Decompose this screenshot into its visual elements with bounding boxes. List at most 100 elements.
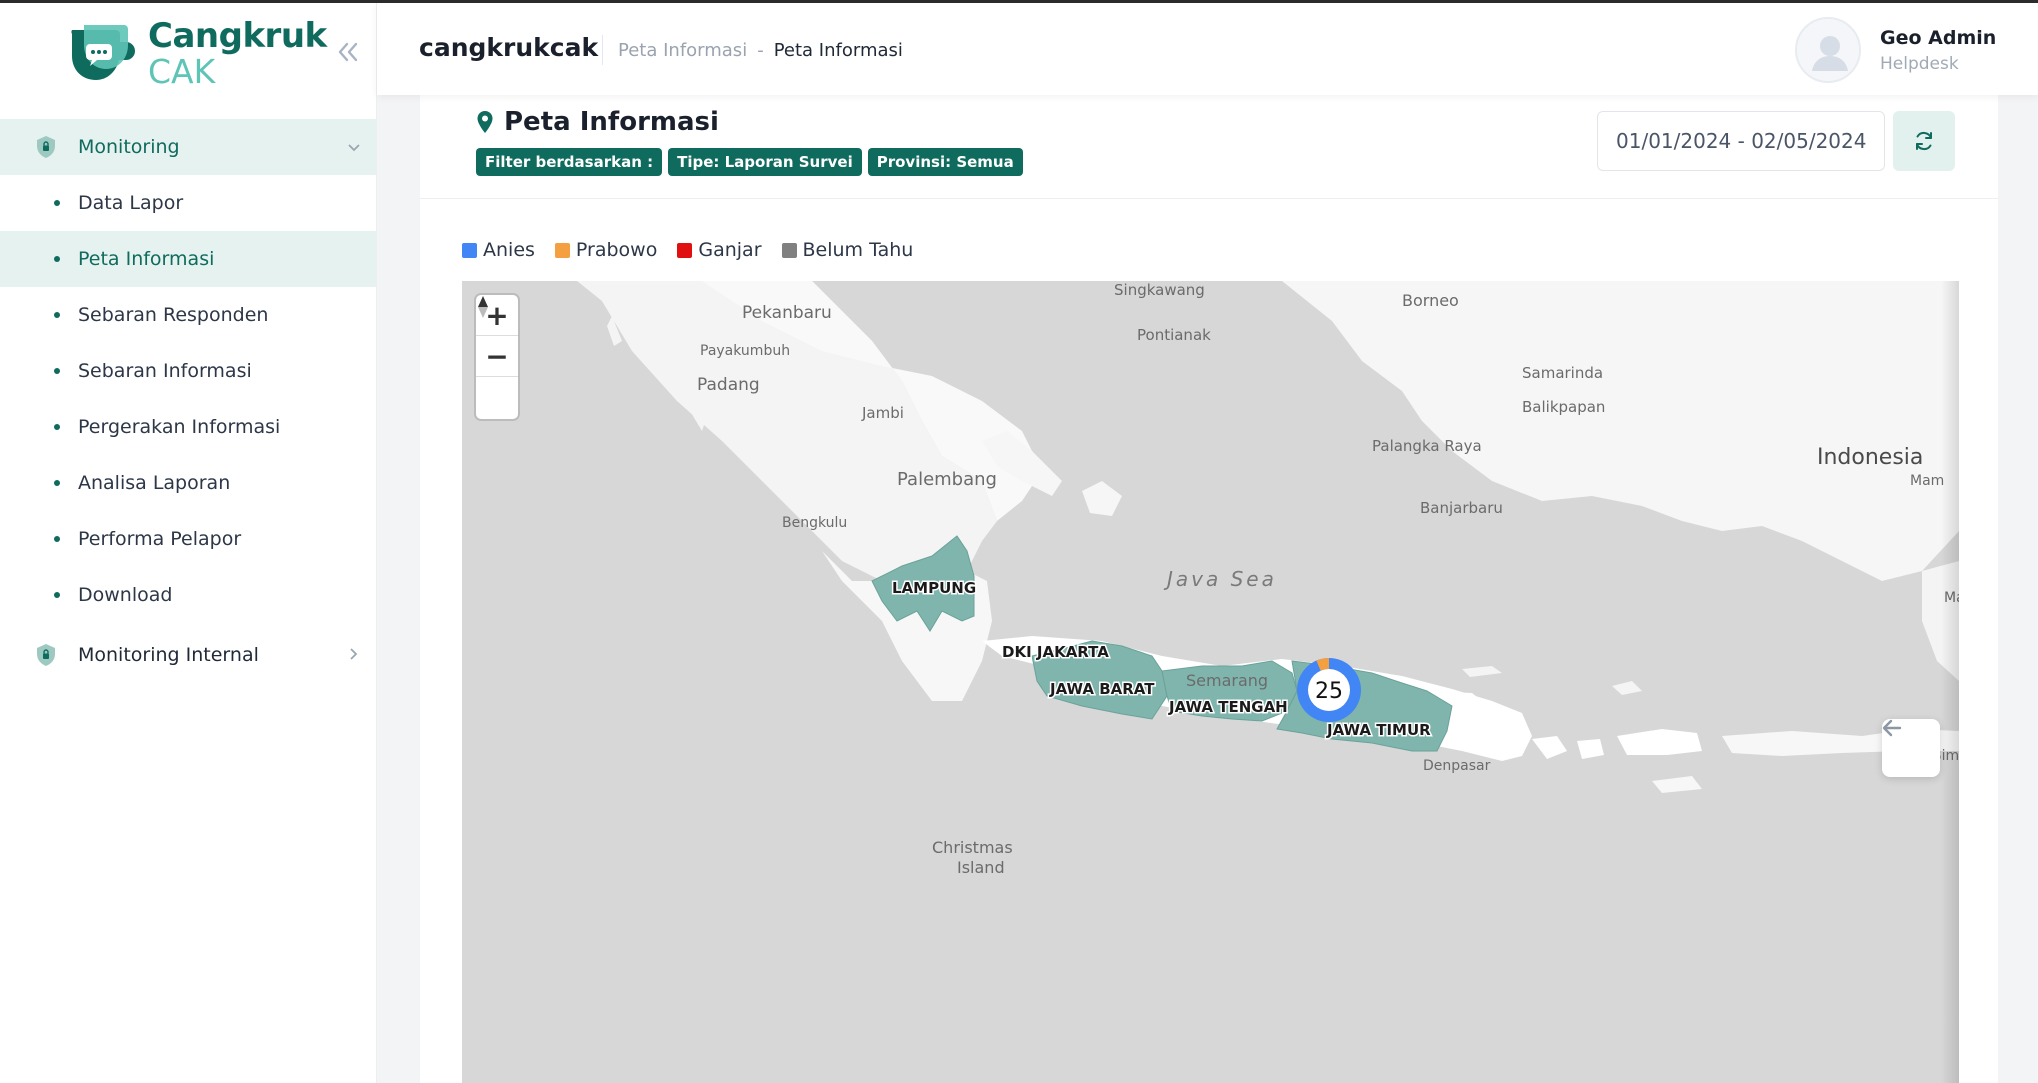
- breadcrumb-separator: -: [757, 40, 764, 61]
- sidebar-item-label: Peta Informasi: [78, 248, 215, 270]
- compass-icon: [478, 296, 488, 318]
- bullet-dot: [54, 480, 60, 486]
- user-avatar-icon: [1812, 36, 1848, 71]
- place-label: Jambi: [861, 404, 904, 422]
- legend-item-ganjar: Ganjar: [677, 239, 762, 261]
- sidebar-item-analisa-laporan[interactable]: Analisa Laporan: [0, 455, 376, 511]
- place-label: Samarinda: [1522, 364, 1603, 382]
- avatar[interactable]: [1795, 17, 1861, 83]
- bullet-dot: [54, 592, 60, 598]
- top-header: cangkrukcak Peta Informasi - Peta Inform…: [377, 3, 2038, 95]
- map-legend: Anies Prabowo Ganjar Belum Tahu: [462, 239, 933, 261]
- back-button[interactable]: [1882, 719, 1940, 777]
- refresh-button[interactable]: [1893, 111, 1955, 171]
- place-label: Palangka Raya: [1372, 437, 1482, 455]
- sidebar: Cangkruk CAK Monitoring Data Lapor Peta …: [0, 3, 377, 1083]
- sidebar-item-sebaran-responden[interactable]: Sebaran Responden: [0, 287, 376, 343]
- legend-item-belum-tahu: Belum Tahu: [781, 239, 913, 261]
- shield-lock-icon: [37, 136, 55, 158]
- brand-name: Cangkruk: [148, 15, 327, 56]
- chevron-right-icon: [332, 645, 376, 666]
- place-label: Padang: [697, 375, 760, 395]
- refresh-icon: [1916, 131, 1932, 151]
- cangkruk-logo: [71, 25, 135, 80]
- legend-swatch: [462, 242, 477, 258]
- legend-item-anies: Anies: [462, 239, 535, 261]
- sidebar-item-peta-informasi[interactable]: Peta Informasi: [0, 231, 376, 287]
- map-edge-shadow: [1941, 281, 1959, 1083]
- sidebar-item-pergerakan-informasi[interactable]: Pergerakan Informasi: [0, 399, 376, 455]
- place-label: Pekanbaru: [742, 303, 832, 323]
- province-label-dki-jakarta: DKI JAKARTA: [1002, 643, 1109, 661]
- user-name[interactable]: Geo Admin: [1880, 27, 1996, 49]
- legend-label: Anies: [483, 239, 535, 261]
- map-viewport[interactable]: Singkawang Borneo Pekanbaru Pontianak Pa…: [462, 281, 1959, 1083]
- menu-group-monitoring[interactable]: Monitoring: [0, 119, 376, 175]
- zoom-out-button[interactable]: −: [476, 336, 518, 377]
- shield-lock-icon: [37, 644, 55, 666]
- bullet-dot: [54, 536, 60, 542]
- borneo-landmass: [1282, 281, 1959, 581]
- belitung-island: [1082, 481, 1122, 516]
- place-label: Java Sea: [1163, 567, 1277, 591]
- menu-group-label: Monitoring: [78, 136, 180, 158]
- bullet-dot: [54, 200, 60, 206]
- filter-type-badge: Tipe: Laporan Survei: [668, 148, 862, 176]
- place-label: Bengkulu: [782, 515, 847, 531]
- legend-label: Prabowo: [575, 239, 658, 261]
- cluster-count: 25: [1315, 679, 1343, 704]
- date-range-input[interactable]: [1597, 111, 1885, 171]
- bullet-dot: [54, 312, 60, 318]
- lombok-island: [1577, 739, 1604, 759]
- sidebar-item-sebaran-informasi[interactable]: Sebaran Informasi: [0, 343, 376, 399]
- sidebar-item-label: Analisa Laporan: [78, 472, 231, 494]
- sidebar-menu: Monitoring Data Lapor Peta Informasi Seb…: [0, 119, 376, 683]
- place-label: Payakumbuh: [700, 343, 790, 359]
- place-label: Mam: [1910, 473, 1944, 489]
- breadcrumb-current: Peta Informasi: [773, 40, 903, 61]
- user-role: Helpdesk: [1880, 54, 1959, 74]
- sidebar-item-performa-pelapor[interactable]: Performa Pelapor: [0, 511, 376, 567]
- map-pin-icon: [477, 111, 493, 133]
- card-header: Peta Informasi Filter berdasarkan : Tipe…: [420, 95, 1998, 199]
- place-label: Banjarbaru: [1420, 499, 1503, 517]
- brand[interactable]: Cangkruk CAK: [62, 15, 327, 91]
- province-label-jawa-timur: JAWA TIMUR: [1326, 721, 1431, 739]
- filter-province-badge: Provinsi: Semua: [867, 148, 1023, 176]
- compass-button[interactable]: [476, 296, 518, 418]
- sumba-island: [1652, 776, 1702, 793]
- legend-swatch: [677, 242, 693, 258]
- app-name: cangkrukcak: [419, 33, 599, 62]
- province-label-lampung: LAMPUNG: [892, 579, 976, 597]
- place-label: Indonesia: [1817, 445, 1923, 470]
- legend-item-prabowo: Prabowo: [554, 239, 658, 261]
- sidebar-item-label: Download: [78, 584, 173, 606]
- place-label: Palembang: [897, 469, 997, 490]
- place-label: Balikpapan: [1522, 398, 1605, 416]
- place-label: Denpasar: [1423, 758, 1491, 774]
- breadcrumb-parent[interactable]: Peta Informasi: [618, 40, 747, 61]
- sidebar-item-label: Sebaran Responden: [78, 304, 269, 326]
- sidebar-item-label: Data Lapor: [78, 192, 184, 214]
- sidebar-item-label: Performa Pelapor: [78, 528, 242, 550]
- place-label: Island: [957, 858, 1005, 877]
- sidebar-item-label: Sebaran Informasi: [78, 360, 252, 382]
- sidebar-item-download[interactable]: Download: [0, 567, 376, 623]
- bullet-dot: [54, 256, 60, 262]
- bullet-dot: [54, 368, 60, 374]
- place-label: Singkawang: [1114, 281, 1205, 299]
- place-label: Christmas: [932, 838, 1013, 857]
- map-card: Peta Informasi Filter berdasarkan : Tipe…: [420, 95, 1998, 1083]
- sidebar-item-data-lapor[interactable]: Data Lapor: [0, 175, 376, 231]
- sidebar-item-label: Pergerakan Informasi: [78, 416, 281, 438]
- legend-swatch: [781, 242, 797, 258]
- filter-label-badge: Filter berdasarkan :: [476, 148, 663, 176]
- sumbawa-island: [1617, 729, 1702, 755]
- brand-sub: CAK: [148, 51, 216, 91]
- bali-island: [1532, 736, 1567, 759]
- basemap: Singkawang Borneo Pekanbaru Pontianak Pa…: [577, 281, 1959, 877]
- collapse-sidebar-icon[interactable]: [334, 37, 362, 67]
- breadcrumb: Peta Informasi - Peta Informasi: [618, 40, 903, 61]
- menu-group-monitoring-internal[interactable]: Monitoring Internal: [0, 627, 376, 683]
- place-label: Semarang: [1186, 671, 1268, 690]
